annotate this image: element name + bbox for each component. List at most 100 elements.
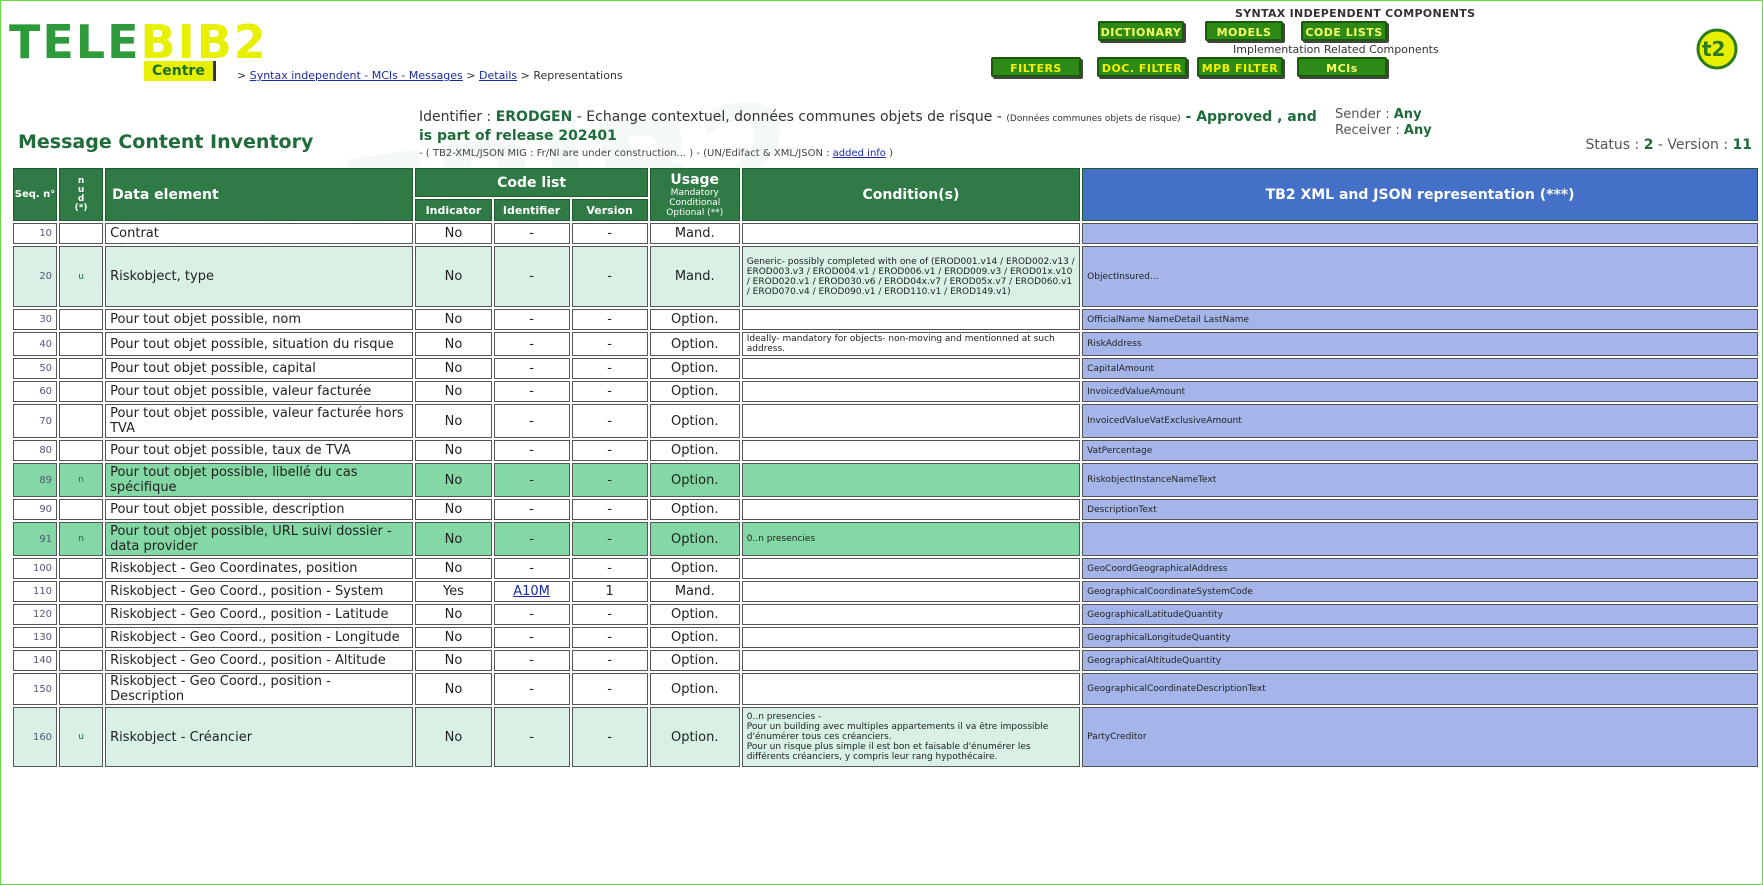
col-header-seq: Seq. n° bbox=[13, 168, 58, 221]
cell-data-element: Riskobject - Geo Coord., position - Lati… bbox=[105, 604, 414, 625]
version-value: 11 bbox=[1732, 137, 1752, 153]
cell-usage: Option. bbox=[649, 604, 740, 625]
cell-version: - bbox=[571, 404, 648, 438]
cell-conditions bbox=[741, 463, 1081, 497]
cell-seq: 100 bbox=[13, 558, 58, 579]
cell-seq: 160 bbox=[13, 707, 58, 767]
cell-identifier: - bbox=[493, 558, 570, 579]
cell-nud bbox=[59, 627, 104, 648]
cell-representation: ObjectInsured... bbox=[1082, 246, 1758, 307]
cell-data-element: Pour tout objet possible, situation du r… bbox=[105, 332, 414, 356]
col-header-conditions: Condition(s) bbox=[741, 168, 1081, 221]
cell-nud: n bbox=[59, 463, 104, 497]
identifier-code: ERODGEN bbox=[495, 109, 573, 125]
cell-usage: Option. bbox=[649, 404, 740, 438]
cell-data-element: Riskobject - Geo Coord., position - Alti… bbox=[105, 650, 414, 671]
sender-value: Any bbox=[1393, 107, 1422, 122]
table-row: 110 Riskobject - Geo Coord., position - S… bbox=[13, 581, 1758, 602]
cell-indicator: No bbox=[415, 440, 492, 461]
cell-conditions bbox=[741, 381, 1081, 402]
cell-indicator: No bbox=[415, 404, 492, 438]
cell-data-element: Pour tout objet possible, nom bbox=[105, 309, 414, 330]
cell-conditions bbox=[741, 581, 1081, 602]
cell-usage: Mand. bbox=[649, 246, 740, 307]
cell-identifier: - bbox=[493, 223, 570, 244]
syntax-components-title: SYNTAX INDEPENDENT COMPONENTS bbox=[1235, 7, 1476, 20]
breadcrumb-link-details[interactable]: Details bbox=[479, 69, 517, 82]
table-row: 140 Riskobject - Geo Coord., position - A… bbox=[13, 650, 1758, 671]
t2-logo-icon[interactable]: t2 bbox=[1691, 25, 1741, 71]
cell-nud bbox=[59, 358, 104, 379]
cell-version: - bbox=[571, 558, 648, 579]
cell-identifier: - bbox=[493, 309, 570, 330]
cell-data-element: Pour tout objet possible, libellé du cas… bbox=[105, 463, 414, 497]
cell-indicator: No bbox=[415, 650, 492, 671]
cell-conditions bbox=[741, 309, 1081, 330]
doc-filter-button[interactable]: DOC. FILTER bbox=[1097, 57, 1187, 77]
cell-conditions bbox=[741, 358, 1081, 379]
cell-indicator: No bbox=[415, 332, 492, 356]
cell-identifier: - bbox=[493, 673, 570, 705]
cell-version: - bbox=[571, 673, 648, 705]
table-row: 60 Pour tout objet possible, valeur factu… bbox=[13, 381, 1758, 402]
cell-usage: Option. bbox=[649, 381, 740, 402]
cell-nud bbox=[59, 440, 104, 461]
cell-data-element: Pour tout objet possible, valeur facturé… bbox=[105, 381, 414, 402]
cell-data-element: Pour tout objet possible, valeur facturé… bbox=[105, 404, 414, 438]
code-lists-button[interactable]: CODE LISTS bbox=[1301, 21, 1387, 41]
table-row: 30 Pour tout objet possible, nom No - - Optio… bbox=[13, 309, 1758, 330]
cell-indicator: No bbox=[415, 309, 492, 330]
cell-nud bbox=[59, 499, 104, 520]
cell-data-element: Riskobject - Créancier bbox=[105, 707, 414, 767]
dictionary-button[interactable]: DICTIONARY bbox=[1098, 21, 1184, 41]
cell-seq: 70 bbox=[13, 404, 58, 438]
cell-representation: OfficialName NameDetail LastName bbox=[1082, 309, 1758, 330]
cell-nud bbox=[59, 558, 104, 579]
mcis-button[interactable]: MCIs bbox=[1297, 57, 1387, 77]
cell-indicator: No bbox=[415, 627, 492, 648]
table-row: 70 Pour tout objet possible, valeur factu… bbox=[13, 404, 1758, 438]
cell-representation: GeographicalLatitudeQuantity bbox=[1082, 604, 1758, 625]
table-row: 20 u Riskobject, type No - - Mand. Generic- pos… bbox=[13, 246, 1758, 307]
code-list-link[interactable]: A10M bbox=[513, 584, 550, 599]
cell-seq: 120 bbox=[13, 604, 58, 625]
cell-data-element: Pour tout objet possible, taux de TVA bbox=[105, 440, 414, 461]
cell-identifier: - bbox=[493, 707, 570, 767]
cell-nud bbox=[59, 604, 104, 625]
sender-receiver-block: Sender : Any Receiver : Any bbox=[1335, 107, 1432, 138]
cell-representation: VatPercentage bbox=[1082, 440, 1758, 461]
cell-version: - bbox=[571, 223, 648, 244]
breadcrumb-current: Representations bbox=[533, 69, 623, 82]
table-row: 120 Riskobject - Geo Coord., position - L… bbox=[13, 604, 1758, 625]
page-header: TELEBIB2 Centre > Syntax independent - M… bbox=[1, 1, 1763, 96]
cell-representation: GeoCoordGeographicalAddress bbox=[1082, 558, 1758, 579]
receiver-value: Any bbox=[1403, 123, 1432, 138]
cell-conditions bbox=[741, 673, 1081, 705]
table-row: 130 Riskobject - Geo Coord., position - L… bbox=[13, 627, 1758, 648]
filters-button[interactable]: FILTERS bbox=[991, 57, 1081, 77]
cell-usage: Option. bbox=[649, 707, 740, 767]
cell-version: - bbox=[571, 309, 648, 330]
cell-seq: 130 bbox=[13, 627, 58, 648]
models-button[interactable]: MODELS bbox=[1205, 21, 1283, 41]
cell-version: - bbox=[571, 650, 648, 671]
cell-conditions bbox=[741, 499, 1081, 520]
cell-version: - bbox=[571, 246, 648, 307]
mpb-filter-button[interactable]: MPB FILTER bbox=[1197, 57, 1283, 77]
table-row: 160 u Riskobject - Créancier No - - Option. 0..… bbox=[13, 707, 1758, 767]
cell-seq: 40 bbox=[13, 332, 58, 356]
cell-seq: 80 bbox=[13, 440, 58, 461]
mci-table-body: 10 Contrat No - - Mand. 20 u Riskobject, type No -… bbox=[13, 223, 1758, 767]
cell-seq: 90 bbox=[13, 499, 58, 520]
added-info-link[interactable]: added info bbox=[833, 148, 886, 159]
cell-usage: Option. bbox=[649, 627, 740, 648]
cell-representation: GeographicalAltitudeQuantity bbox=[1082, 650, 1758, 671]
telebib2-logo[interactable]: TELEBIB2 Centre bbox=[9, 19, 268, 81]
cell-usage: Option. bbox=[649, 332, 740, 356]
table-row: 150 Riskobject - Geo Coord., position - D… bbox=[13, 673, 1758, 705]
cell-representation bbox=[1082, 522, 1758, 556]
cell-nud bbox=[59, 332, 104, 356]
col-header-data-element: Data element bbox=[105, 168, 414, 221]
col-header-version: Version bbox=[571, 199, 648, 221]
breadcrumb-link-mcis[interactable]: Syntax independent - MCIs - Messages bbox=[250, 69, 463, 82]
